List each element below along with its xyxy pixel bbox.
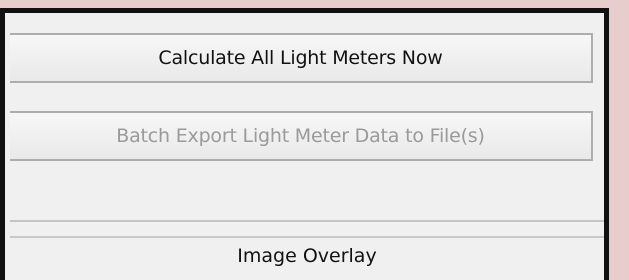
calculate-all-light-meters-button[interactable]: Calculate All Light Meters Now [10, 33, 593, 83]
batch-export-light-meter-data-button: Batch Export Light Meter Data to File(s) [10, 111, 593, 161]
separator [10, 220, 604, 222]
light-meter-panel: Calculate All Light Meters Now Batch Exp… [0, 8, 609, 280]
image-overlay-label: Image Overlay [237, 245, 377, 267]
image-overlay-section-header[interactable]: Image Overlay [10, 236, 604, 280]
